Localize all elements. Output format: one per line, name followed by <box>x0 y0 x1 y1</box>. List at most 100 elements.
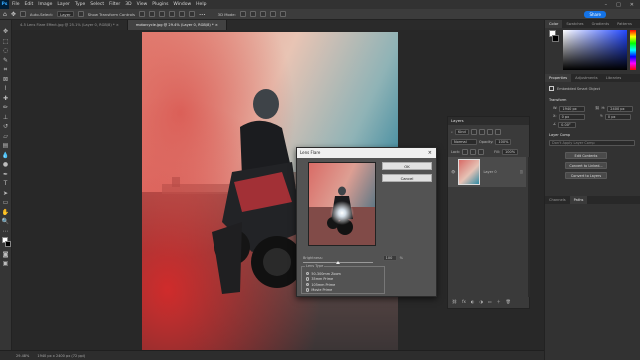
zoom-tool-icon[interactable]: 🔍 <box>2 218 10 226</box>
menu-select[interactable]: Select <box>90 2 104 7</box>
lock-pixels-icon[interactable] <box>462 149 469 155</box>
fx-icon[interactable]: fx <box>462 299 466 305</box>
dodge-tool-icon[interactable]: ● <box>2 161 10 169</box>
lasso-tool-icon[interactable]: ◌ <box>2 47 10 55</box>
dialog-title-bar[interactable]: Lens Flare × <box>297 148 436 158</box>
menu-help[interactable]: Help <box>196 2 206 7</box>
menu-image[interactable]: Image <box>38 2 52 7</box>
menu-3d[interactable]: 3D <box>125 2 131 7</box>
menu-file[interactable]: File <box>12 2 20 7</box>
angle-input[interactable]: 0.00° <box>558 122 577 128</box>
layer-comp-dropdown[interactable]: Don't Apply Layer Comp <box>549 140 635 146</box>
convert-to-linked-button[interactable]: Convert to Linked... <box>565 162 607 169</box>
align-left-icon[interactable] <box>138 11 145 17</box>
rectangle-tool-icon[interactable]: ▭ <box>2 199 10 207</box>
dialog-close-icon[interactable]: × <box>428 148 432 158</box>
move-tool-icon[interactable]: ✥ <box>11 11 16 18</box>
blur-tool-icon[interactable]: 💧 <box>2 152 10 160</box>
tab-channels[interactable]: Channels <box>545 196 570 204</box>
align-center-icon[interactable] <box>148 11 155 17</box>
menu-window[interactable]: Window <box>173 2 191 7</box>
lock-position-icon[interactable] <box>470 149 477 155</box>
lens-option-105mm[interactable]: 105mm Prime <box>306 282 341 287</box>
tab-motorcycle[interactable]: motorcycle.jpg @ 29.4% (Layer 0, RGB/8) … <box>127 20 227 30</box>
menu-view[interactable]: View <box>137 2 148 7</box>
convert-to-layers-button[interactable]: Convert to Layers <box>565 172 607 179</box>
height-input[interactable]: 2400 px <box>607 106 634 112</box>
move-tool-icon[interactable]: ✥ <box>2 28 10 36</box>
maximize-icon[interactable]: □ <box>616 2 621 8</box>
home-icon[interactable]: ⌂ <box>3 11 7 18</box>
filter-adjust-icon[interactable] <box>478 129 485 135</box>
color-field[interactable] <box>563 30 627 70</box>
tab-paths[interactable]: Paths <box>569 196 588 204</box>
layer-row[interactable]: 👁 Layer 0 ◫ <box>448 157 526 187</box>
3d-rotate-icon[interactable] <box>239 11 246 17</box>
clone-stamp-tool-icon[interactable]: ⊥ <box>2 114 10 122</box>
filter-type-icon[interactable] <box>486 129 493 135</box>
y-input[interactable]: 0 px <box>604 114 631 120</box>
align-top-icon[interactable] <box>168 11 175 17</box>
width-input[interactable]: 1940 px <box>559 106 586 112</box>
opacity-input[interactable]: 100% <box>495 139 512 145</box>
menu-plugins[interactable]: Plugins <box>152 2 168 7</box>
crop-tool-icon[interactable]: ⌗ <box>2 66 10 74</box>
healing-brush-tool-icon[interactable]: ✚ <box>2 95 10 103</box>
blend-mode-dropdown[interactable]: Normal <box>451 139 477 145</box>
brightness-input[interactable]: 100 <box>382 255 397 261</box>
share-button[interactable]: Share <box>584 10 606 18</box>
radio-105mm[interactable] <box>306 282 310 287</box>
eyedropper-tool-icon[interactable]: ⌇ <box>2 85 10 93</box>
3d-scale-icon[interactable] <box>279 11 286 17</box>
type-tool-icon[interactable]: T <box>2 180 10 188</box>
menu-layer[interactable]: Layer <box>57 2 70 7</box>
filter-shape-icon[interactable] <box>494 129 501 135</box>
screen-mode-icon[interactable]: ▣ <box>2 260 10 268</box>
tab-color[interactable]: Color <box>545 20 563 28</box>
quick-mask-icon[interactable]: ◙ <box>2 251 10 259</box>
auto-select-dropdown[interactable]: Layer <box>57 11 74 17</box>
show-transform-checkbox[interactable] <box>77 11 84 17</box>
path-select-tool-icon[interactable]: ➤ <box>2 190 10 198</box>
trash-icon[interactable]: 🗑 <box>506 299 511 305</box>
align-bottom-icon[interactable] <box>188 11 195 17</box>
tab-libraries[interactable]: Libraries <box>602 74 626 82</box>
3d-roll-icon[interactable] <box>249 11 256 17</box>
radio-movie[interactable] <box>306 288 310 292</box>
fg-bg-swatch-icon[interactable] <box>549 30 559 44</box>
auto-select-checkbox[interactable] <box>19 11 26 17</box>
3d-slide-icon[interactable] <box>269 11 276 17</box>
hand-tool-icon[interactable]: ✋ <box>2 209 10 217</box>
lens-option-50-300mm[interactable]: 50-300mm Zoom <box>306 271 341 276</box>
minimize-icon[interactable]: – <box>605 2 608 8</box>
link-icon[interactable]: ⛓ <box>595 106 599 112</box>
gradient-tool-icon[interactable]: ▤ <box>2 142 10 150</box>
ok-button[interactable]: OK <box>382 162 432 170</box>
x-input[interactable]: 0 px <box>558 114 585 120</box>
brightness-slider-thumb[interactable] <box>336 261 340 264</box>
layer-kind-filter[interactable]: Kind <box>454 129 469 135</box>
pen-tool-icon[interactable]: ✒ <box>2 171 10 179</box>
frame-tool-icon[interactable]: ⊠ <box>2 76 10 84</box>
align-middle-icon[interactable] <box>178 11 185 17</box>
new-layer-icon[interactable]: ＋ <box>497 299 501 305</box>
tab-patterns[interactable]: Patterns <box>613 20 636 28</box>
hue-slider[interactable] <box>630 30 636 70</box>
flare-preview[interactable] <box>308 162 376 246</box>
align-right-icon[interactable] <box>158 11 165 17</box>
more-tools-icon[interactable]: ⋯ <box>2 228 10 236</box>
menu-filter[interactable]: Filter <box>109 2 120 7</box>
fill-input[interactable]: 100% <box>502 149 519 155</box>
history-brush-tool-icon[interactable]: ↺ <box>2 123 10 131</box>
visibility-eye-icon[interactable]: 👁 <box>451 170 455 174</box>
lens-option-35mm[interactable]: 35mm Prime <box>306 277 341 282</box>
3d-pan-icon[interactable] <box>259 11 266 17</box>
close-icon[interactable]: ✕ <box>630 2 634 8</box>
link-layers-icon[interactable]: ⛓ <box>452 299 457 305</box>
tab-swatches[interactable]: Swatches <box>562 20 587 28</box>
layers-scrollbar[interactable] <box>528 157 530 297</box>
layer-name[interactable]: Layer 0 <box>483 170 496 174</box>
lens-option-movie[interactable]: Movie Prime <box>306 288 341 293</box>
radio-35mm[interactable] <box>306 277 310 281</box>
more-options-icon[interactable]: ••• <box>199 12 206 17</box>
